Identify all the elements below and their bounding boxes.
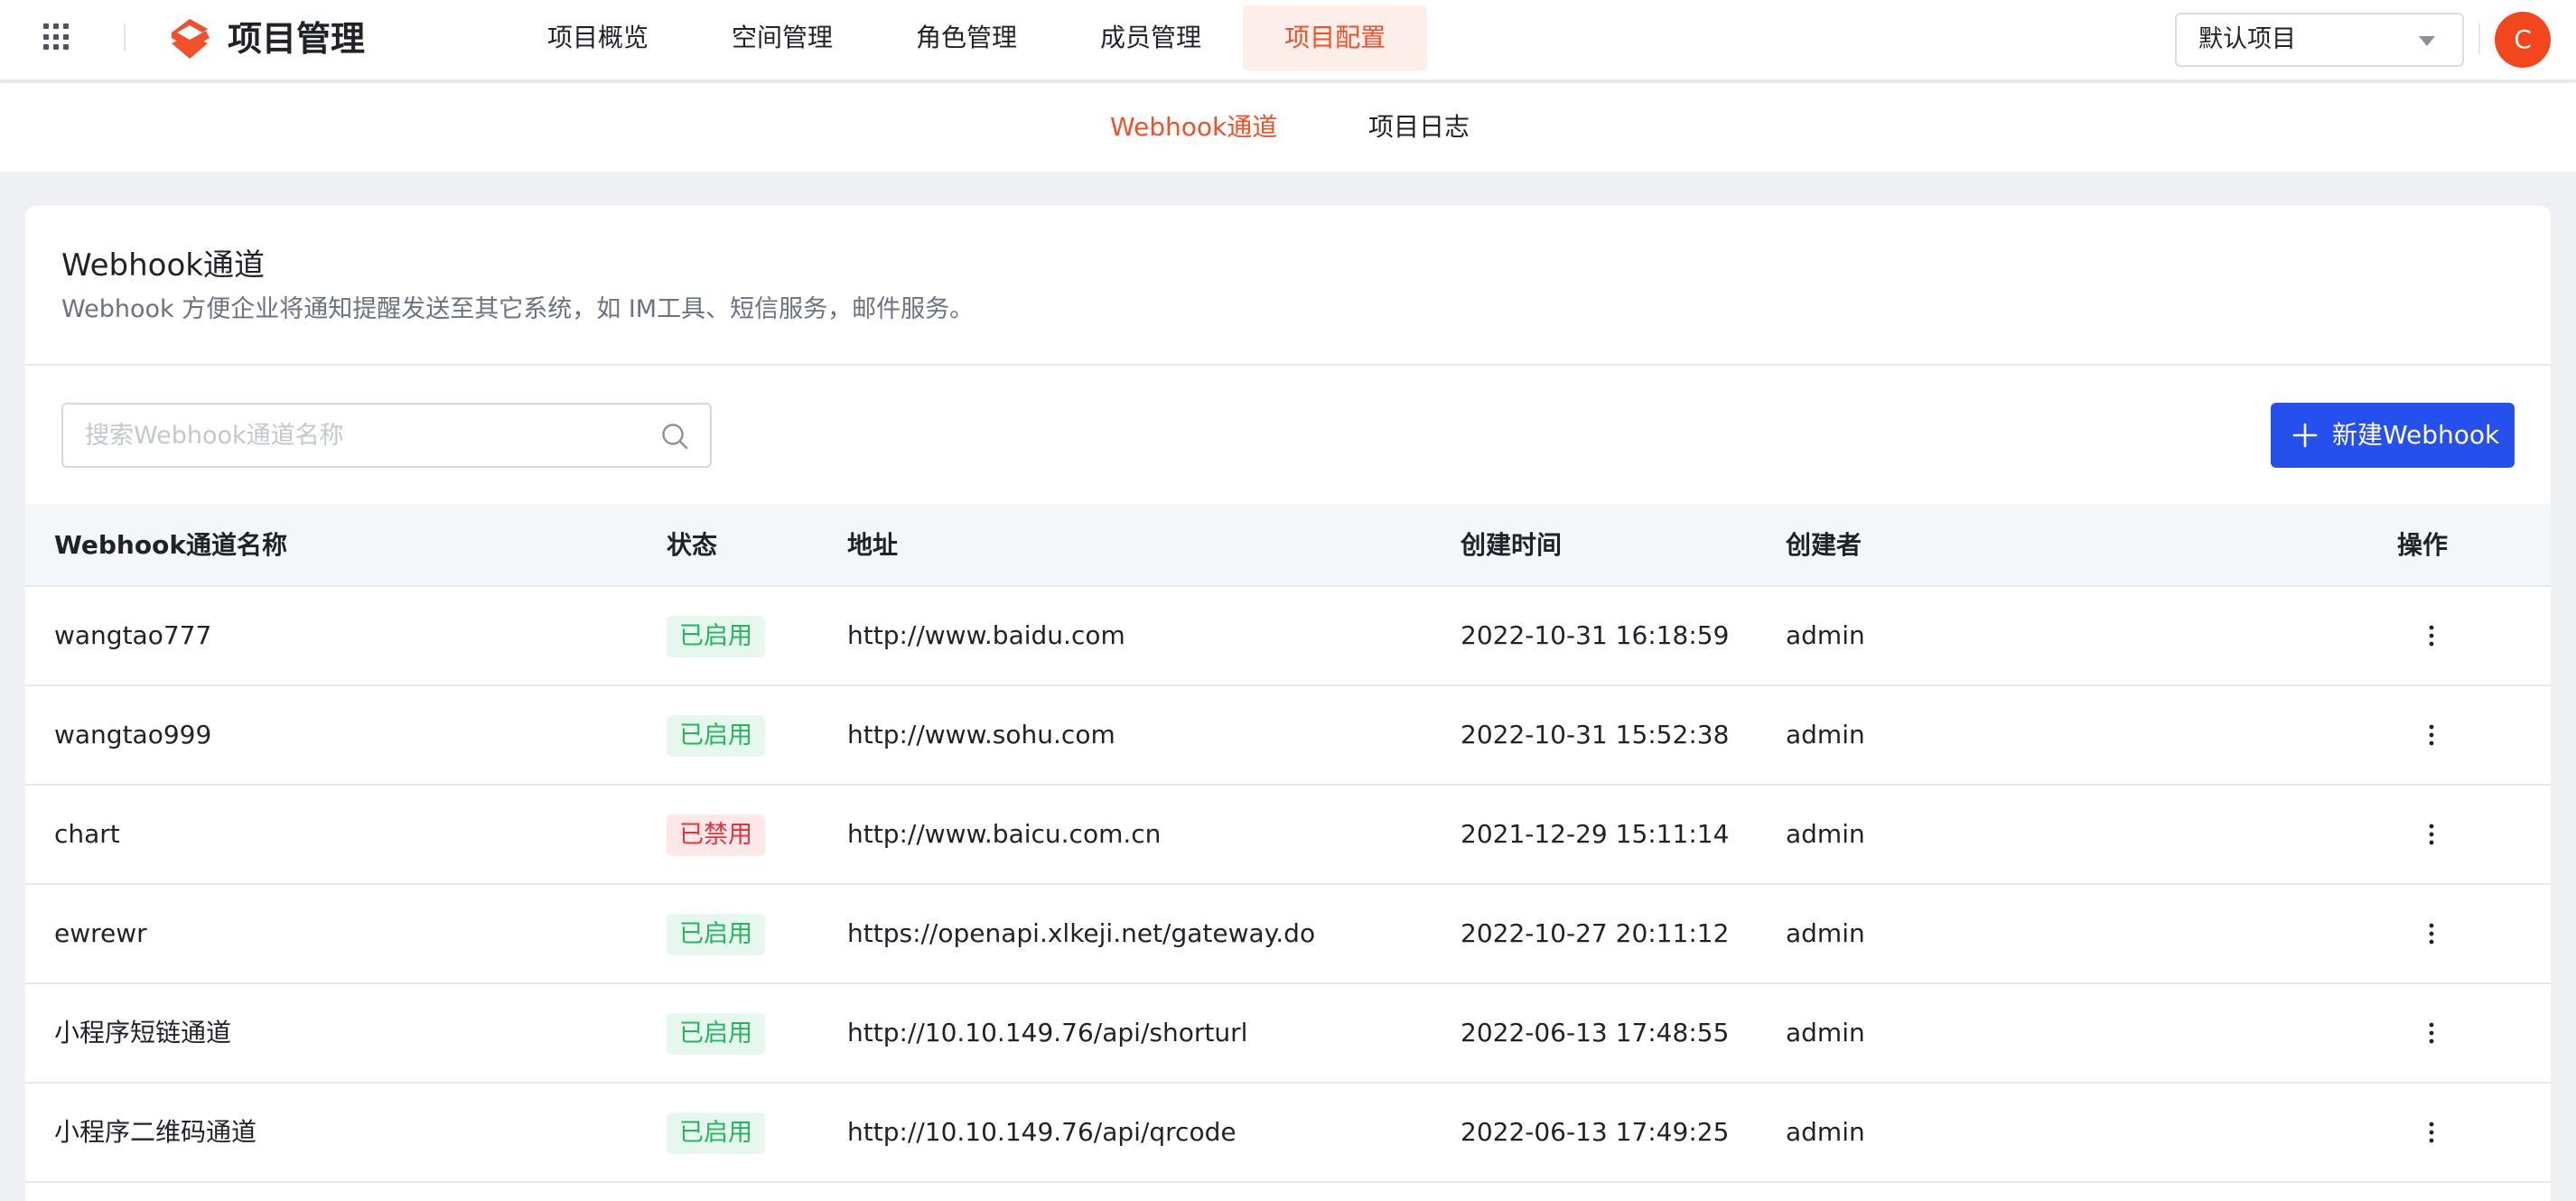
webhook-url: http://www.baicu.com.cn xyxy=(847,819,1162,849)
more-vertical-icon[interactable] xyxy=(2417,721,2446,749)
app-title: 项目管理 xyxy=(228,19,366,59)
table-row[interactable]: 小程序二维码通道 已启用 http://10.10.149.76/api/qrcod… xyxy=(25,1084,2551,1183)
apps-grid-icon[interactable] xyxy=(43,23,70,51)
project-select-value: 默认项目 xyxy=(2198,25,2296,53)
status-badge: 已启用 xyxy=(667,715,765,757)
main-nav: 项目概览 空间管理 角色管理 成员管理 项目配置 xyxy=(506,5,1428,70)
created-time: 2022-10-31 16:18:59 xyxy=(1461,620,1730,650)
nav-item-member-management[interactable]: 成员管理 xyxy=(1059,5,1243,70)
status-badge: 已启用 xyxy=(667,1113,765,1154)
plus-icon xyxy=(2292,423,2318,448)
column-header-status: 状态 xyxy=(667,530,718,560)
webhook-name: wangtao999 xyxy=(54,720,212,749)
nav-item-space-management[interactable]: 空间管理 xyxy=(690,5,874,70)
subnav-webhook[interactable]: Webhook通道 xyxy=(1110,83,1277,172)
search-icon[interactable] xyxy=(659,421,690,452)
status-badge: 已禁用 xyxy=(667,815,765,856)
nav-item-overview[interactable]: 项目概览 xyxy=(506,5,690,70)
table-row[interactable]: 小程序短链通道 已启用 http://10.10.149.76/api/shortu… xyxy=(25,984,2551,1084)
creator: admin xyxy=(1786,1117,1865,1147)
created-time: 2022-06-13 17:49:25 xyxy=(1461,1117,1730,1147)
subnav-project-log[interactable]: 项目日志 xyxy=(1368,83,1470,172)
sub-nav: Webhook通道 项目日志 xyxy=(0,83,2576,172)
column-header-url: 地址 xyxy=(847,530,899,560)
column-header-creator: 创建者 xyxy=(1786,530,1862,560)
column-header-actions: 操作 xyxy=(2397,530,2449,560)
creator: admin xyxy=(1786,918,1865,948)
webhook-url: http://10.10.149.76/api/qrcode xyxy=(847,1117,1237,1147)
webhook-name: 小程序短链通道 xyxy=(54,1018,232,1047)
webhook-card: Webhook通道 Webhook 方便企业将通知提醒发送至其它系统，如 IM工… xyxy=(25,206,2551,1201)
webhook-url: http://10.10.149.76/api/shorturl xyxy=(847,1018,1248,1047)
created-time: 2022-10-27 20:11:12 xyxy=(1461,918,1730,948)
created-time: 2022-10-31 15:52:38 xyxy=(1461,720,1730,749)
page-description: Webhook 方便企业将通知提醒发送至其它系统，如 IM工具、短信服务，邮件服… xyxy=(61,295,975,323)
user-avatar[interactable]: C xyxy=(2495,12,2551,68)
brand-logo-icon xyxy=(172,19,210,59)
chevron-down-icon xyxy=(2419,36,2435,46)
column-header-name: Webhook通道名称 xyxy=(54,530,287,560)
webhook-name: 小程序二维码通道 xyxy=(54,1117,257,1147)
table-header: Webhook通道名称 状态 地址 创建时间 创建者 操作 xyxy=(25,504,2551,587)
more-vertical-icon[interactable] xyxy=(2417,621,2446,650)
webhook-url: http://www.baidu.com xyxy=(847,620,1125,650)
creator: admin xyxy=(1786,1018,1865,1047)
more-vertical-icon[interactable] xyxy=(2417,919,2446,948)
table-body: wangtao777 已启用 http://www.baidu.com 2022-10… xyxy=(25,587,2551,1183)
more-vertical-icon[interactable] xyxy=(2417,1118,2446,1147)
divider xyxy=(124,23,126,51)
table-row[interactable]: chart 已禁用 http://www.baicu.com.cn 2021-12-2… xyxy=(25,786,2551,885)
column-header-created: 创建时间 xyxy=(1461,530,1563,560)
project-select[interactable]: 默认项目 xyxy=(2175,13,2464,67)
page-title: Webhook通道 xyxy=(61,247,265,284)
webhook-table: Webhook通道名称 状态 地址 创建时间 创建者 操作 wangtao777… xyxy=(25,504,2551,1183)
webhook-url: http://www.sohu.com xyxy=(847,720,1115,749)
webhook-name: ewrewr xyxy=(54,918,147,948)
search-box xyxy=(61,403,712,468)
table-row[interactable]: ewrewr 已启用 https://openapi.xlkeji.net/gate… xyxy=(25,885,2551,984)
created-time: 2021-12-29 15:11:14 xyxy=(1461,819,1730,849)
webhook-url: https://openapi.xlkeji.net/gateway.do xyxy=(847,918,1316,948)
status-badge: 已启用 xyxy=(667,1013,765,1055)
new-webhook-button[interactable]: 新建Webhook xyxy=(2271,403,2515,468)
nav-item-role-management[interactable]: 角色管理 xyxy=(874,5,1059,70)
divider xyxy=(25,364,2551,366)
table-row[interactable]: wangtao777 已启用 http://www.baidu.com 2022-10… xyxy=(25,587,2551,686)
created-time: 2022-06-13 17:48:55 xyxy=(1461,1018,1730,1047)
webhook-name: wangtao777 xyxy=(54,620,212,650)
more-vertical-icon[interactable] xyxy=(2417,1019,2446,1047)
creator: admin xyxy=(1786,720,1865,749)
divider xyxy=(2478,23,2480,54)
nav-item-project-config[interactable]: 项目配置 xyxy=(1243,5,1428,70)
status-badge: 已启用 xyxy=(667,616,765,657)
webhook-name: chart xyxy=(54,819,120,849)
status-badge: 已启用 xyxy=(667,914,765,955)
more-vertical-icon[interactable] xyxy=(2417,820,2446,849)
creator: admin xyxy=(1786,819,1865,849)
creator: admin xyxy=(1786,620,1865,650)
search-input[interactable] xyxy=(85,415,627,455)
new-webhook-label: 新建Webhook xyxy=(2332,420,2500,450)
top-bar: 项目管理 项目概览 空间管理 角色管理 成员管理 项目配置 默认项目 C xyxy=(0,0,2576,81)
table-row[interactable]: wangtao999 已启用 http://www.sohu.com 2022-10-… xyxy=(25,686,2551,786)
